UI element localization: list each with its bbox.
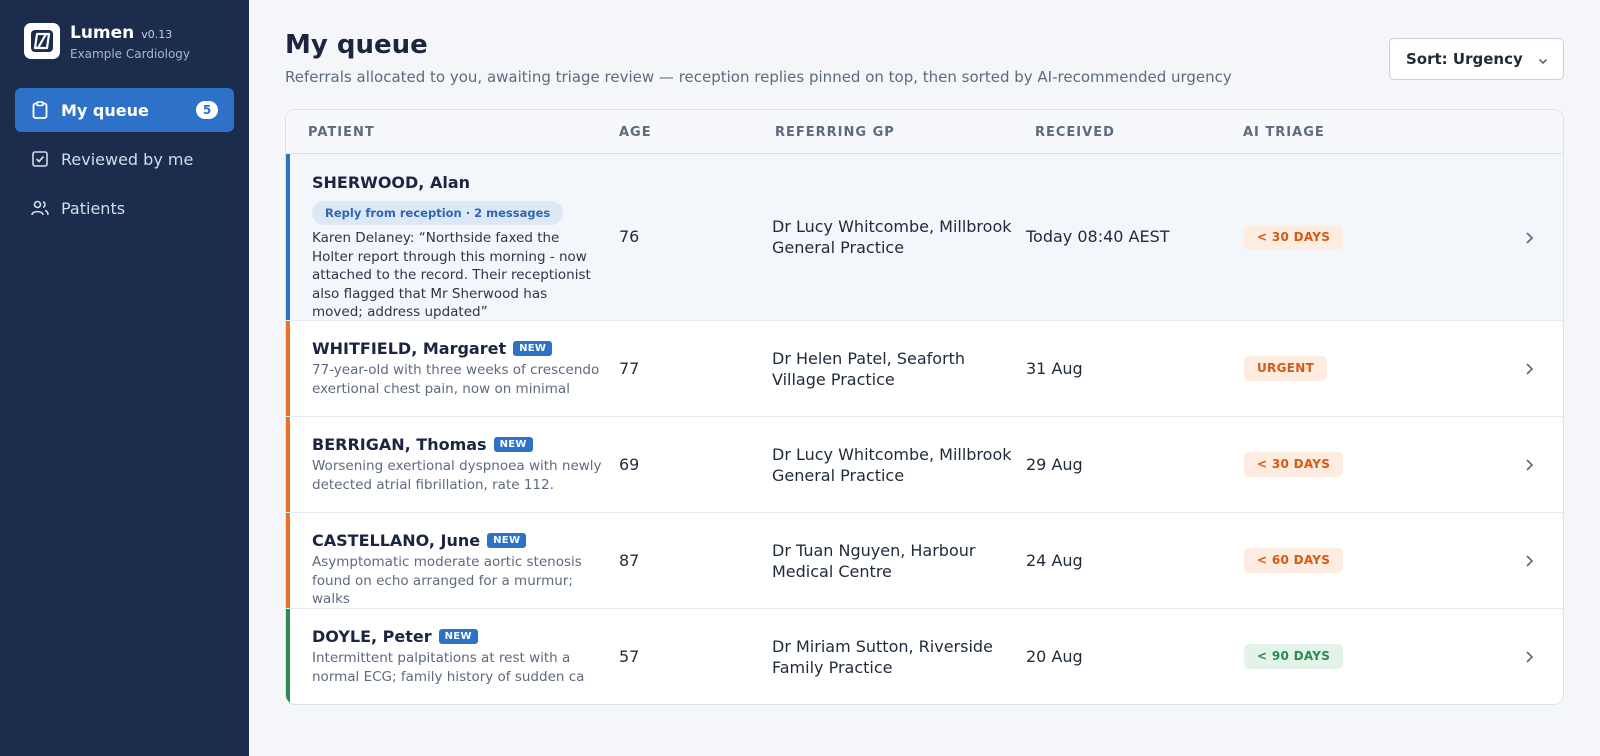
page-title: My queue: [285, 30, 428, 60]
referral-summary: Worsening exertional dyspnoea with newly…: [312, 458, 602, 493]
chevron-down-icon: [1537, 53, 1549, 71]
row-accent-stripe: [286, 417, 290, 512]
patient-age: 57: [619, 647, 640, 666]
chevron-right-icon[interactable]: [1523, 457, 1535, 476]
patient-name: BERRIGAN, Thomas: [312, 435, 487, 454]
row-accent-stripe: [286, 513, 290, 608]
table-row[interactable]: BERRIGAN, Thomas NEW Worsening exertiona…: [286, 417, 1563, 513]
org-name: Example Cardiology: [70, 47, 191, 61]
referring-gp: Dr Lucy Whitcombe, Millbrook General Pra…: [772, 445, 1012, 485]
patient-name-wrap: WHITFIELD, Margaret NEW: [312, 339, 553, 358]
sidebar-nav: My queue 5 Reviewed by me Patients: [15, 88, 234, 235]
chevron-right-icon[interactable]: [1523, 230, 1535, 249]
sidebar: Lumen v0.13 Example Cardiology My queue …: [0, 0, 249, 756]
patient-name-wrap: BERRIGAN, Thomas NEW: [312, 435, 533, 454]
patient-name: WHITFIELD, Margaret: [312, 339, 507, 358]
column-header-patient[interactable]: PATIENT: [308, 125, 375, 140]
patient-name: DOYLE, Peter: [312, 627, 432, 646]
lumen-logo-icon: [24, 23, 60, 59]
received-date: 29 Aug: [1026, 455, 1083, 474]
triage-badge: < 60 DAYS: [1244, 548, 1344, 573]
app-version: v0.13: [141, 28, 173, 41]
patient-age: 77: [619, 359, 640, 378]
referral-summary: Asymptomatic moderate aortic stenosis fo…: [312, 554, 582, 607]
row-accent-stripe: [286, 154, 290, 320]
clipboard-icon: [31, 101, 49, 119]
new-badge: NEW: [487, 533, 527, 548]
sidebar-item-label: Reviewed by me: [61, 149, 194, 169]
reception-reply-badge[interactable]: Reply from reception · 2 messages: [312, 201, 564, 225]
referral-summary: 77-year-old with three weeks of crescend…: [312, 362, 600, 397]
received-date: Today 08:40 AEST: [1026, 227, 1170, 246]
column-header-received[interactable]: RECEIVED: [1035, 125, 1115, 140]
queue-count-badge: 5: [196, 101, 218, 119]
sidebar-item-label: My queue: [61, 100, 149, 120]
referral-table: PATIENT AGE REFERRING GP RECEIVED AI TRI…: [285, 109, 1564, 705]
chevron-right-icon[interactable]: [1523, 361, 1535, 380]
received-date: 20 Aug: [1026, 647, 1083, 666]
brand[interactable]: Lumen v0.13 Example Cardiology: [24, 23, 190, 61]
sidebar-item-my-queue[interactable]: My queue 5: [15, 88, 234, 132]
users-icon: [31, 199, 49, 217]
patient-name-wrap: DOYLE, Peter NEW: [312, 627, 478, 646]
column-header-referring-gp[interactable]: REFERRING GP: [775, 125, 895, 140]
patient-age: 87: [619, 551, 640, 570]
patient-age: 76: [619, 227, 640, 246]
patient-name: CASTELLANO, June: [312, 531, 481, 550]
triage-badge: < 30 DAYS: [1244, 452, 1344, 477]
patient-name: SHERWOOD, Alan: [312, 173, 470, 192]
column-header-age[interactable]: AGE: [619, 125, 652, 140]
app-name: Lumen: [70, 23, 135, 43]
new-badge: NEW: [493, 437, 533, 452]
sort-dropdown[interactable]: Sort: Urgency: [1389, 38, 1564, 80]
row-accent-stripe: [286, 609, 290, 704]
referring-gp: Dr Helen Patel, Seaforth Village Practic…: [772, 349, 966, 389]
triage-badge: URGENT: [1244, 356, 1328, 381]
page-subtitle: Referrals allocated to you, awaiting tri…: [285, 68, 1232, 86]
patient-name-wrap: CASTELLANO, June NEW: [312, 531, 527, 550]
column-header-ai-triage[interactable]: AI TRIAGE: [1243, 125, 1325, 140]
triage-badge: < 30 DAYS: [1244, 225, 1344, 250]
referral-summary: Intermittent palpitations at rest with a…: [312, 650, 585, 685]
referring-gp: Dr Lucy Whitcombe, Millbrook General Pra…: [772, 217, 1012, 257]
triage-badge: < 90 DAYS: [1244, 644, 1344, 669]
chevron-right-icon[interactable]: [1523, 553, 1535, 572]
check-square-icon: [31, 150, 49, 168]
new-badge: NEW: [438, 629, 478, 644]
sort-label: Sort: Urgency: [1406, 50, 1523, 68]
received-date: 31 Aug: [1026, 359, 1083, 378]
table-header: PATIENT AGE REFERRING GP RECEIVED AI TRI…: [286, 110, 1563, 154]
sidebar-item-reviewed-by-me[interactable]: Reviewed by me: [15, 137, 234, 181]
table-row[interactable]: CASTELLANO, June NEW Asymptomatic modera…: [286, 513, 1563, 609]
chevron-right-icon[interactable]: [1523, 649, 1535, 668]
patient-age: 69: [619, 455, 640, 474]
table-row[interactable]: WHITFIELD, Margaret NEW 77-year-old with…: [286, 321, 1563, 417]
table-row[interactable]: DOYLE, Peter NEW Intermittent palpitatio…: [286, 609, 1563, 704]
row-accent-stripe: [286, 321, 290, 416]
referral-summary: Karen Delaney: “Northside faxed the Holt…: [312, 230, 591, 320]
sidebar-item-label: Patients: [61, 198, 126, 218]
table-row[interactable]: SHERWOOD, Alan Reply from reception · 2 …: [286, 154, 1563, 321]
received-date: 24 Aug: [1026, 551, 1083, 570]
referring-gp: Dr Miriam Sutton, Riverside Family Pract…: [772, 637, 993, 677]
sidebar-item-patients[interactable]: Patients: [15, 186, 234, 230]
new-badge: NEW: [513, 341, 553, 356]
referring-gp: Dr Tuan Nguyen, Harbour Medical Centre: [772, 541, 976, 581]
